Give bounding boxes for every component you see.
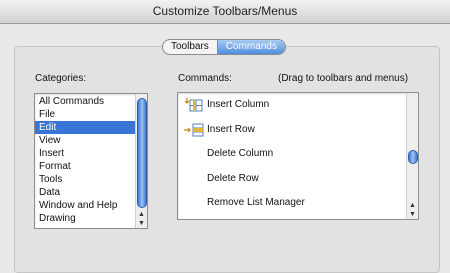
- insert-column-icon: [184, 98, 204, 112]
- scroll-up-arrow-icon[interactable]: ▲: [407, 201, 418, 210]
- commands-scrollbar[interactable]: ▲ ▼: [406, 93, 418, 219]
- category-item-format[interactable]: Format: [35, 160, 135, 173]
- commands-items: Insert Column Insert Row Delete Column D…: [178, 93, 406, 216]
- command-label: Insert Column: [207, 99, 270, 110]
- command-label: Delete Column: [207, 148, 274, 159]
- categories-list[interactable]: All Commands File Edit View Insert Forma…: [34, 93, 148, 229]
- category-item-insert[interactable]: Insert: [35, 147, 135, 160]
- tab-bar: Toolbars Commands: [162, 39, 286, 55]
- command-item-delete-row[interactable]: Delete Row: [178, 167, 406, 192]
- category-item-view[interactable]: View: [35, 134, 135, 147]
- categories-label: Categories:: [35, 73, 87, 84]
- command-label: Insert Row: [207, 123, 255, 135]
- commands-scroll-thumb[interactable]: [408, 150, 418, 164]
- categories-scroll-thumb[interactable]: [137, 98, 147, 208]
- category-item-data[interactable]: Data: [35, 186, 135, 199]
- command-item-remove-list-manager[interactable]: Remove List Manager: [178, 191, 406, 216]
- command-item-delete-column[interactable]: Delete Column: [178, 142, 406, 167]
- scroll-down-arrow-icon[interactable]: ▼: [136, 219, 147, 228]
- commands-list[interactable]: Insert Column Insert Row Delete Column D…: [177, 92, 419, 220]
- tab-commands[interactable]: Commands: [216, 40, 285, 54]
- command-item-insert-row[interactable]: Insert Row: [178, 118, 406, 143]
- scroll-up-arrow-icon[interactable]: ▲: [136, 210, 147, 219]
- command-item-insert-column[interactable]: Insert Column: [178, 93, 406, 118]
- scroll-down-arrow-icon[interactable]: ▼: [407, 210, 418, 219]
- commands-label: Commands:: [178, 73, 232, 84]
- command-label: Delete Row: [207, 172, 259, 184]
- window-title-bar[interactable]: Customize Toolbars/Menus: [0, 0, 450, 24]
- category-item-file[interactable]: File: [35, 108, 135, 121]
- insert-row-icon: [184, 123, 204, 137]
- category-item-drawing[interactable]: Drawing: [35, 212, 135, 225]
- tab-toolbars[interactable]: Toolbars: [163, 40, 217, 54]
- category-item-window-and-help[interactable]: Window and Help: [35, 199, 135, 212]
- command-label: Remove List Manager: [207, 197, 305, 208]
- categories-items: All Commands File Edit View Insert Forma…: [35, 95, 135, 225]
- window-title: Customize Toolbars/Menus: [152, 4, 298, 18]
- category-item-tools[interactable]: Tools: [35, 173, 135, 186]
- category-item-all-commands[interactable]: All Commands: [35, 95, 135, 108]
- categories-scrollbar[interactable]: ▲ ▼: [135, 94, 147, 228]
- drag-hint: (Drag to toolbars and menus): [278, 73, 409, 84]
- category-item-edit[interactable]: Edit: [35, 121, 135, 134]
